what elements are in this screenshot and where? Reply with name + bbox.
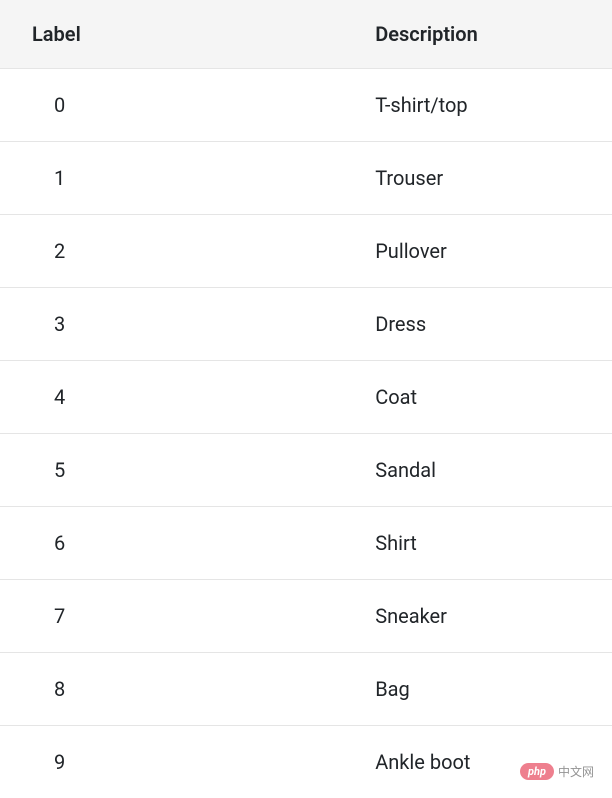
table-row: 5 Sandal	[0, 434, 612, 507]
cell-label: 8	[0, 653, 367, 726]
cell-label: 0	[0, 69, 367, 142]
cell-description: T-shirt/top	[367, 69, 612, 142]
table-row: 8 Bag	[0, 653, 612, 726]
cell-description: Sneaker	[367, 580, 612, 653]
header-description: Description	[367, 0, 612, 69]
watermark: php 中文网	[520, 763, 594, 780]
table-row: 3 Dress	[0, 288, 612, 361]
cell-label: 1	[0, 142, 367, 215]
cell-description: Ankle boot	[367, 726, 612, 798]
label-description-table: Label Description 0 T-shirt/top 1 Trouse…	[0, 0, 612, 798]
cell-label: 6	[0, 507, 367, 580]
watermark-text: 中文网	[558, 763, 594, 780]
cell-label: 5	[0, 434, 367, 507]
cell-description: Bag	[367, 653, 612, 726]
cell-label: 7	[0, 580, 367, 653]
table-row: 1 Trouser	[0, 142, 612, 215]
table-row: 0 T-shirt/top	[0, 69, 612, 142]
cell-label: 3	[0, 288, 367, 361]
table-row: 7 Sneaker	[0, 580, 612, 653]
cell-label: 9	[0, 726, 367, 798]
cell-description: Coat	[367, 361, 612, 434]
cell-description: Sandal	[367, 434, 612, 507]
cell-description: Shirt	[367, 507, 612, 580]
table-row: 9 Ankle boot	[0, 726, 612, 798]
table-header-row: Label Description	[0, 0, 612, 69]
table-row: 6 Shirt	[0, 507, 612, 580]
header-label: Label	[0, 0, 367, 69]
table-row: 2 Pullover	[0, 215, 612, 288]
cell-description: Dress	[367, 288, 612, 361]
cell-label: 2	[0, 215, 367, 288]
cell-label: 4	[0, 361, 367, 434]
cell-description: Trouser	[367, 142, 612, 215]
watermark-badge: php	[520, 763, 554, 780]
cell-description: Pullover	[367, 215, 612, 288]
table-row: 4 Coat	[0, 361, 612, 434]
